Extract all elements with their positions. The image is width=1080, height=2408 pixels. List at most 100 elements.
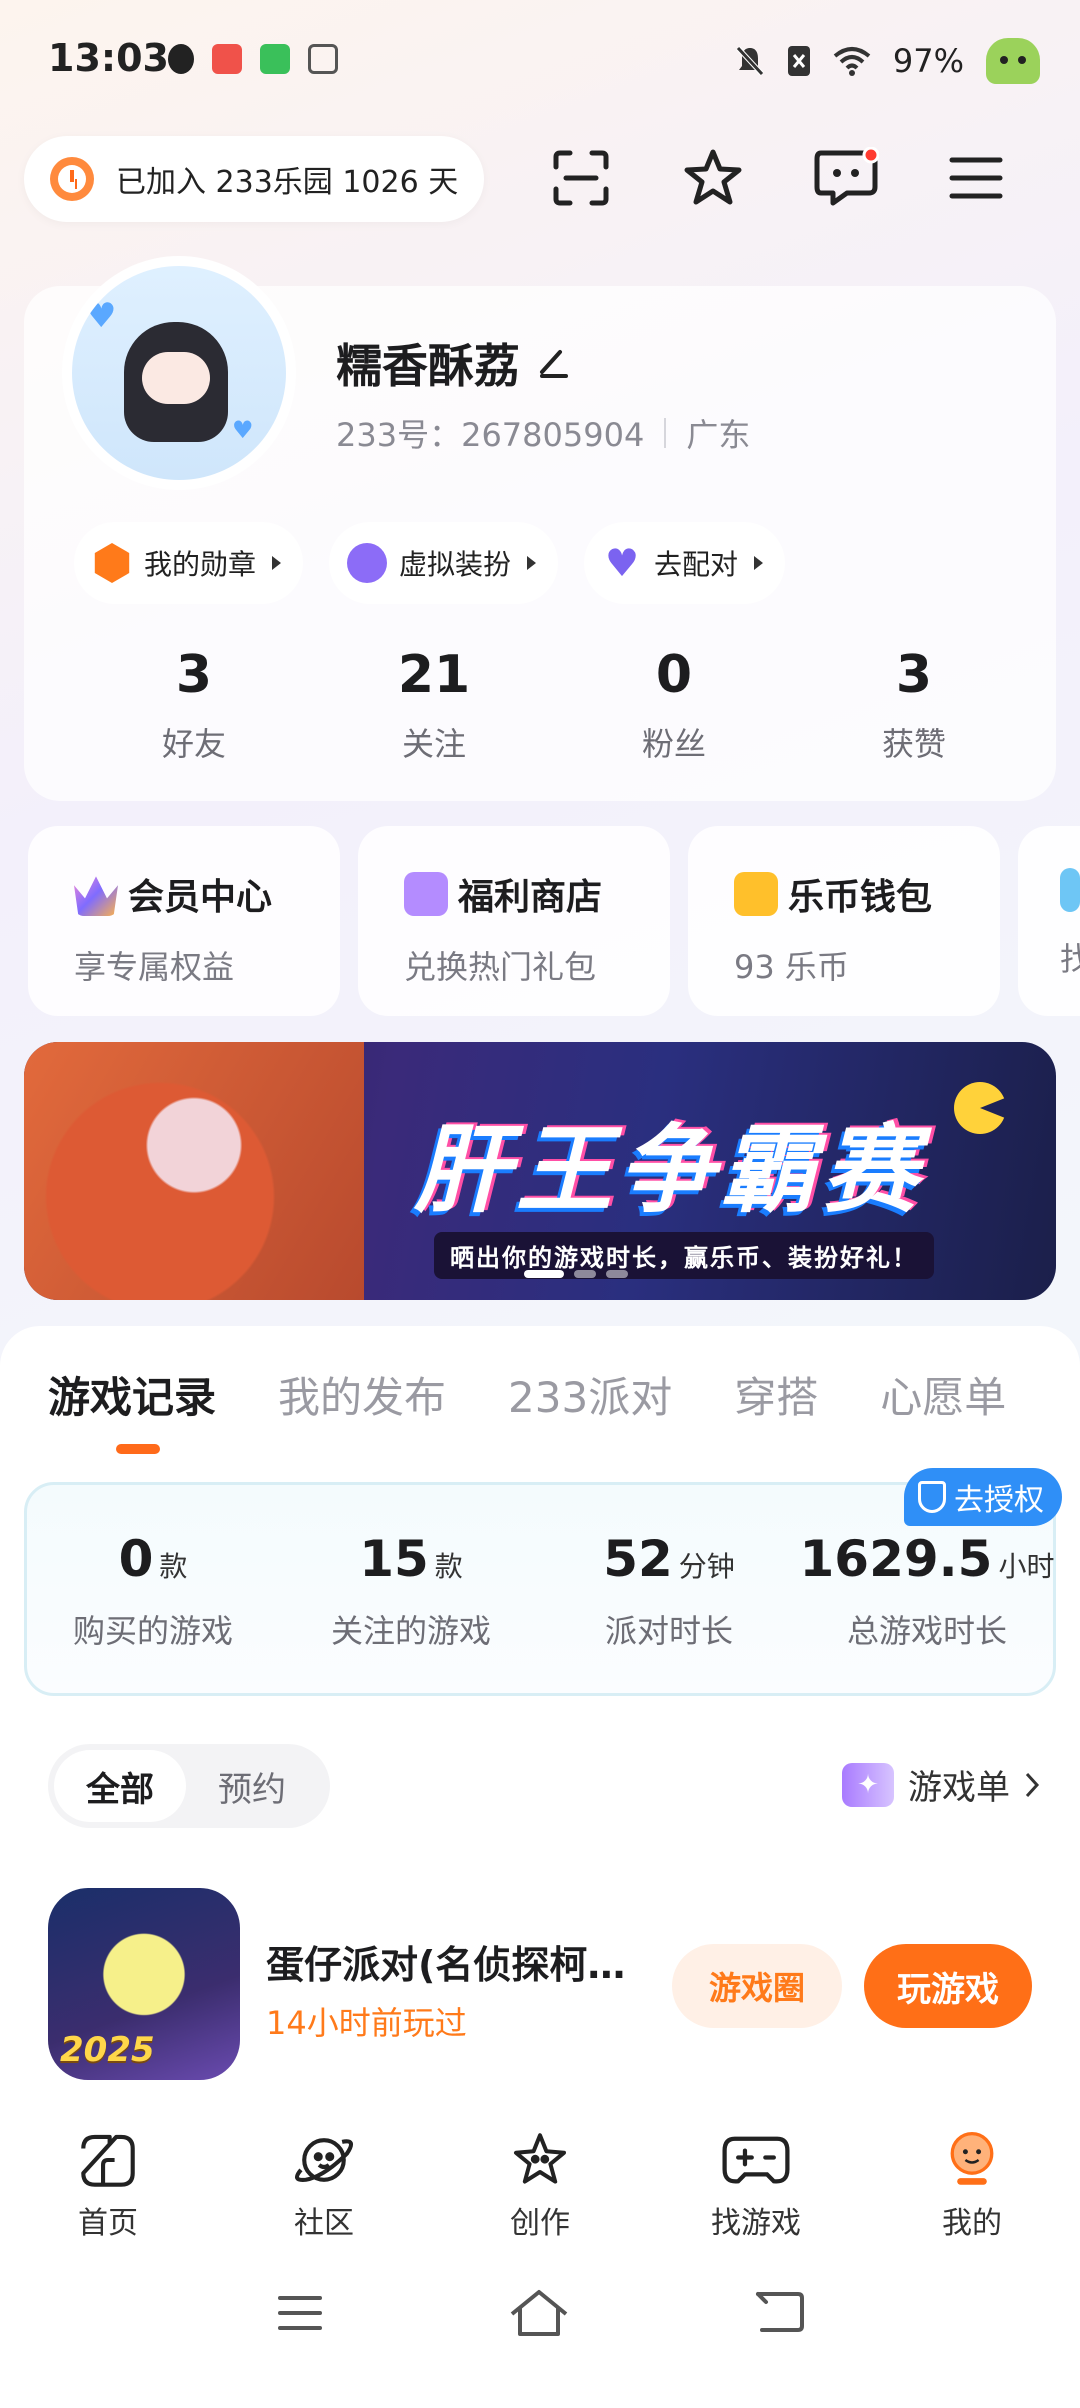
divider xyxy=(664,418,667,448)
game-list-link[interactable]: ✦ 游戏单 xyxy=(842,1760,1040,1809)
favorites-button[interactable] xyxy=(677,142,749,214)
status-app-icons xyxy=(168,44,338,74)
username-text: 糯香酥荔 xyxy=(336,339,520,393)
region-text: 广东 xyxy=(686,416,751,454)
filter-all[interactable]: 全部 xyxy=(54,1750,186,1822)
stat-label: 派对时长 xyxy=(604,1612,733,1650)
tiktok-icon xyxy=(168,44,194,74)
nav-label: 首页 xyxy=(78,2206,138,2241)
nav-create[interactable]: 创作 xyxy=(432,2112,648,2242)
system-nav-bar xyxy=(0,2242,1080,2408)
tab-game-records[interactable]: 游戏记录 xyxy=(48,1364,216,1425)
shield-icon xyxy=(918,1481,946,1513)
game-circle-button[interactable]: 游戏圈 xyxy=(672,1944,842,2028)
status-right: 97% xyxy=(735,38,1040,84)
chip-label: 虚拟装扮 xyxy=(399,548,512,581)
stat-value: 52 xyxy=(603,1530,673,1588)
avatar[interactable]: ♥ ♥ xyxy=(62,256,296,490)
menu-button[interactable] xyxy=(940,142,1012,214)
tab-wishlist[interactable]: 心愿单 xyxy=(880,1364,1006,1425)
stat-likes[interactable]: 3 获赞 xyxy=(794,645,1034,765)
planet-icon xyxy=(294,2138,354,2183)
stat-party-time[interactable]: 52 分钟 派对时长 xyxy=(540,1530,798,1652)
filter-reserve[interactable]: 预约 xyxy=(186,1750,318,1822)
nav-community[interactable]: 社区 xyxy=(216,2112,432,2242)
stat-value: 1629.5 xyxy=(799,1530,993,1588)
game-thumbnail[interactable]: 2025 xyxy=(48,1888,240,2080)
stat-label: 关注 xyxy=(401,725,466,763)
heart-icon: ♥ xyxy=(604,541,640,585)
scan-button[interactable] xyxy=(545,142,617,214)
app-icon-green xyxy=(260,44,290,74)
nav-find-games[interactable]: 找游戏 xyxy=(648,2112,864,2242)
username[interactable]: 糯香酥荔 xyxy=(336,330,570,396)
banner-title: 肝王争霸赛 xyxy=(414,1114,924,1226)
status-bar: 13:03 97% xyxy=(0,0,1080,120)
stat-following[interactable]: 21 关注 xyxy=(314,645,554,765)
gift-icon xyxy=(404,872,448,916)
stat-total-play-time[interactable]: 1629.5 小时 总游戏时长 xyxy=(798,1530,1056,1652)
mute-icon xyxy=(736,46,764,76)
stat-value: 21 xyxy=(397,645,471,705)
service-vip-center[interactable]: 会员中心 享专属权益 xyxy=(28,826,340,1016)
nav-label: 我的 xyxy=(942,2206,1002,2241)
stat-unit: 小时 xyxy=(998,1550,1055,1583)
home-icon xyxy=(81,2134,135,2187)
nav-home[interactable]: 首页 xyxy=(0,2112,216,2242)
app-icon-gray xyxy=(308,44,338,74)
tab-outfits[interactable]: 穿搭 xyxy=(734,1364,818,1425)
star-icon xyxy=(684,149,742,205)
chip-label: 我的勋章 xyxy=(144,548,257,581)
stat-friends[interactable]: 3 好友 xyxy=(74,645,314,765)
stat-value: 3 xyxy=(175,645,213,705)
game-name[interactable]: 蛋仔派对(名侦探柯… xyxy=(266,1934,666,1989)
stat-value: 0 xyxy=(655,645,693,705)
stat-unit: 分钟 xyxy=(678,1550,735,1583)
wallet-icon xyxy=(734,872,778,916)
banner-subtitle: 晒出你的游戏时长，赢乐币、装扮好礼！ xyxy=(434,1232,934,1279)
stat-fans[interactable]: 0 粉丝 xyxy=(554,645,794,765)
stat-label: 总游戏时长 xyxy=(846,1612,1007,1650)
status-time: 13:03 xyxy=(48,36,169,80)
costume-icon xyxy=(347,543,388,583)
stat-followed-games[interactable]: 15 款 关注的游戏 xyxy=(282,1530,540,1652)
stat-unit: 款 xyxy=(159,1550,188,1583)
service-subtitle: 找 xyxy=(1060,940,1080,978)
tab-233-party[interactable]: 233派对 xyxy=(508,1364,672,1425)
home-nav-icon[interactable] xyxy=(508,2288,570,2338)
uid-row: 233号：267805904 广东 xyxy=(336,410,750,456)
sparkle-icon: ✦ xyxy=(842,1762,894,1807)
chip-costume[interactable]: 虚拟装扮 xyxy=(329,522,559,604)
service-title: 福利商店 xyxy=(458,877,603,918)
record-filter: 全部 预约 xyxy=(48,1744,330,1828)
nav-label: 找游戏 xyxy=(711,2206,801,2241)
service-subtitle: 93 乐币 xyxy=(734,948,849,986)
nav-me[interactable]: 我的 xyxy=(864,2112,1080,2242)
play-game-button[interactable]: 玩游戏 xyxy=(864,1944,1032,2028)
service-partial[interactable]: 找 xyxy=(1018,826,1080,1016)
profile-icon xyxy=(950,2132,994,2185)
profile-chips: 我的勋章 虚拟装扮 ♥ 去配对 xyxy=(74,522,786,604)
authorize-label: 去授权 xyxy=(954,1483,1044,1518)
stat-value: 15 xyxy=(359,1530,429,1588)
join-days-pill[interactable]: 已加入 233乐园 1026 天 xyxy=(24,136,484,222)
battery-avatar-icon xyxy=(986,38,1040,84)
chip-medals[interactable]: 我的勋章 xyxy=(74,522,304,604)
recents-icon[interactable] xyxy=(276,2294,324,2332)
back-icon[interactable] xyxy=(754,2290,806,2334)
menu-icon xyxy=(949,157,1003,199)
service-welfare-shop[interactable]: 福利商店 兑换热门礼包 xyxy=(358,826,670,1016)
chip-match[interactable]: ♥ 去配对 xyxy=(584,522,786,604)
messages-button[interactable] xyxy=(810,142,882,214)
alarm-clock-icon xyxy=(50,157,94,201)
stat-purchased-games[interactable]: 0款 购买的游戏 xyxy=(24,1530,282,1652)
tab-my-posts[interactable]: 我的发布 xyxy=(278,1364,446,1425)
edit-icon[interactable] xyxy=(536,346,570,380)
authorize-button[interactable]: 去授权 xyxy=(904,1468,1062,1526)
stat-value: 0 xyxy=(118,1530,154,1588)
game-list-label: 游戏单 xyxy=(908,1768,1010,1808)
event-banner[interactable]: 肝王争霸赛 晒出你的游戏时长，赢乐币、装扮好礼！ xyxy=(24,1042,1056,1300)
service-subtitle: 兑换热门礼包 xyxy=(404,948,597,986)
no-sim-icon xyxy=(787,46,810,76)
service-wallet[interactable]: 乐币钱包 93 乐币 xyxy=(688,826,1000,1016)
